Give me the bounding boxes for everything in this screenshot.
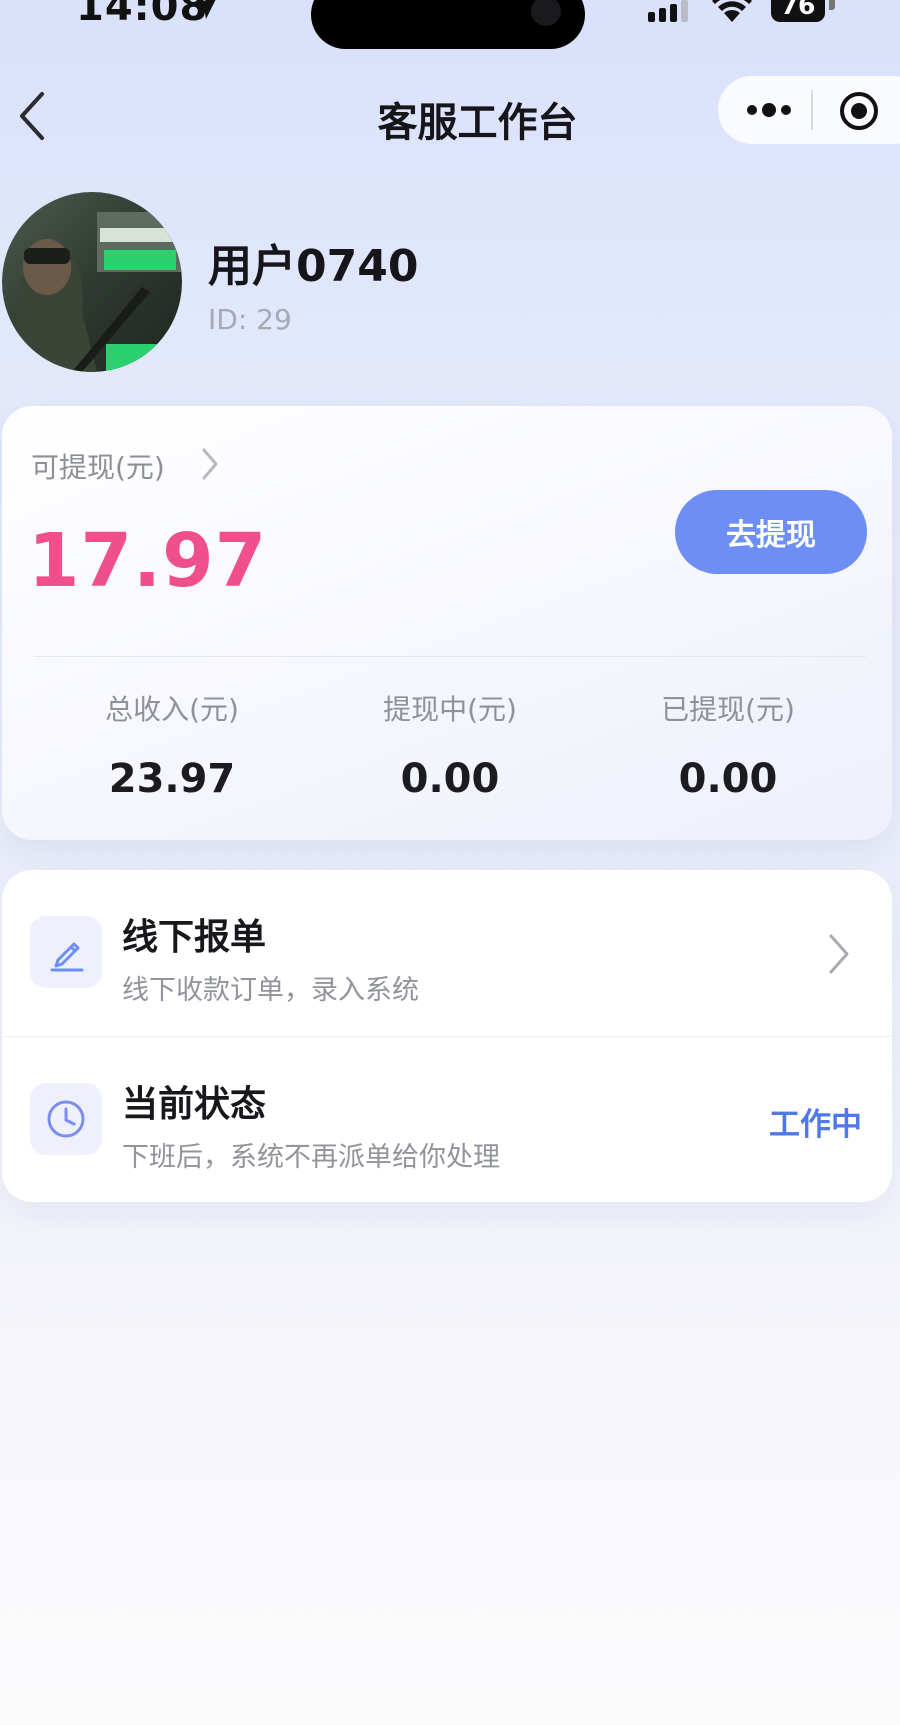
location-arrow-icon — [192, 0, 216, 19]
user-id: ID: 29 — [208, 303, 292, 336]
menu-title: 线下报单 — [122, 917, 267, 958]
battery-cap — [829, 0, 835, 10]
withdrawable-label[interactable]: 可提现(元) — [31, 446, 165, 486]
status-time: 14:08 — [76, 0, 209, 30]
username: 用户0740 — [208, 241, 419, 292]
clock-icon — [47, 1100, 85, 1138]
stat-withdrawing: 提现中(元) 0.00 — [310, 688, 590, 802]
dynamic-island — [311, 0, 585, 49]
menu-title: 当前状态 — [122, 1084, 267, 1125]
stat-withdrawn: 已提现(元) 0.00 — [588, 688, 868, 802]
more-dots-icon[interactable] — [744, 96, 794, 124]
avatar — [2, 192, 182, 372]
wifi-icon — [712, 0, 752, 22]
chevron-right-icon[interactable] — [200, 446, 220, 482]
edit-pen-icon — [50, 942, 84, 972]
miniprogram-capsule — [718, 76, 900, 144]
menu-icon-box — [30, 916, 102, 988]
stat-value: 0.00 — [400, 756, 500, 802]
stat-label: 总收入(元) — [105, 693, 239, 726]
capsule-divider — [811, 90, 813, 130]
stat-label: 已提现(元) — [661, 693, 795, 726]
close-target-icon[interactable] — [838, 90, 880, 132]
avatar-image — [2, 192, 182, 372]
withdraw-button[interactable]: 去提现 — [675, 490, 867, 574]
status-bar: 14:08 76 — [0, 0, 900, 50]
stat-label: 提现中(元) — [383, 693, 517, 726]
stat-value: 23.97 — [108, 756, 236, 802]
card-divider — [34, 656, 866, 657]
battery-icon: 76 — [771, 0, 825, 22]
menu-icon-box — [30, 1083, 102, 1155]
stat-value: 0.00 — [678, 756, 778, 802]
wallet-card: 可提现(元) 17.97 去提现 总收入(元) 23.97 提现中(元) 0.0… — [2, 406, 892, 840]
menu-item-current-status[interactable]: 当前状态 下班后，系统不再派单给你处理 工作中 — [2, 1036, 892, 1202]
menu-item-offline-order[interactable]: 线下报单 线下收款订单，录入系统 — [2, 870, 892, 1036]
menu-card: 线下报单 线下收款订单，录入系统 当前状态 下班后，系统不再派单给你处理 工作中 — [2, 870, 892, 1202]
stat-total-income: 总收入(元) 23.97 — [32, 688, 312, 802]
menu-subtitle: 下班后，系统不再派单给你处理 — [122, 1142, 500, 1173]
menu-subtitle: 线下收款订单，录入系统 — [122, 975, 419, 1006]
camera-icon — [531, 0, 561, 26]
chevron-right-icon — [829, 934, 849, 974]
balance-amount: 17.97 — [28, 518, 268, 604]
cellular-signal-icon — [648, 0, 688, 22]
work-status-toggle[interactable]: 工作中 — [769, 1099, 862, 1144]
